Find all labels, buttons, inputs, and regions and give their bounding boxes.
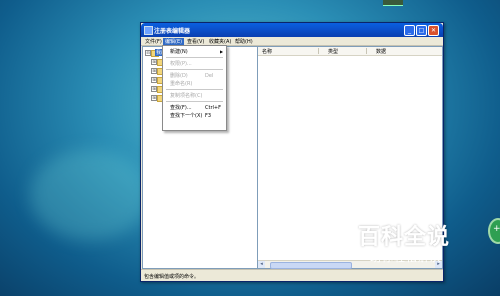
watermark: 百科全说 助你轻松解决 [358,219,468,267]
menu-find-label: 查找(F)... [170,105,192,111]
status-text: 包含编辑值或项的命令。 [144,274,200,280]
menu-delete-shortcut: Del [205,73,214,79]
menu-rename-label: 重命名(R) [170,81,193,87]
menu-find-shortcut: Ctrl+F [205,105,221,111]
menu-favorites[interactable]: 收藏夹(A) [207,38,233,45]
column-type[interactable]: 类型 [328,48,338,55]
menu-help[interactable]: 帮助(H) [233,38,255,45]
side-plus-button[interactable]: + [488,218,500,244]
status-bar: 包含编辑值或项的命令。 [141,269,443,281]
menu-delete[interactable]: 删除(D) Del [163,72,226,80]
menu-delete-label: 删除(D) [170,73,188,79]
menu-new[interactable]: 新建(N) ▶ [163,48,226,56]
menu-edit[interactable]: 编辑(E) [163,38,185,45]
menu-file[interactable]: 文件(F) [143,38,164,45]
menu-find-next-shortcut: F3 [205,113,212,119]
scroll-left-icon[interactable]: ◂ [258,261,265,268]
menu-view[interactable]: 查看(V) [185,38,206,45]
menu-copy-key-name-label: 复制项名称(C) [170,93,203,99]
edit-menu-dropdown: 新建(N) ▶ 权限(P)... 删除(D) Del 重命名(R) 复制项名称(… [162,45,227,131]
menu-permissions[interactable]: 权限(P)... [163,60,226,68]
column-data[interactable]: 数据 [376,48,386,55]
registry-icon [144,26,153,35]
taskbar-tab[interactable] [383,0,403,6]
menu-separator [166,57,223,58]
desktop-glow [30,150,150,240]
submenu-arrow-icon: ▶ [220,49,224,54]
menu-find-next-label: 查找下一个(X) [170,113,203,119]
plus-icon: + [493,224,500,234]
title-bar[interactable]: 注册表编辑器 _ □ ✕ [141,23,443,37]
list-header: 名称 类型 数据 [258,47,442,56]
menu-permissions-label: 权限(P)... [170,61,192,67]
menu-separator [166,89,223,90]
watermark-tagline: 助你轻松解决 [370,251,442,264]
scroll-thumb[interactable] [270,262,352,269]
watermark-logo: 百科全说 [358,225,451,250]
menu-find-next[interactable]: 查找下一个(X) F3 [163,112,226,120]
window-title: 注册表编辑器 [154,28,191,35]
column-divider[interactable] [366,48,367,54]
minimize-button[interactable]: _ [404,25,415,36]
close-button[interactable]: ✕ [428,25,439,36]
maximize-button[interactable]: □ [416,25,427,36]
column-divider[interactable] [318,48,319,54]
menu-separator [166,101,223,102]
menu-copy-key-name[interactable]: 复制项名称(C) [163,92,226,100]
column-name[interactable]: 名称 [262,48,272,55]
menu-find[interactable]: 查找(F)... Ctrl+F [163,104,226,112]
menu-separator [166,69,223,70]
menu-rename[interactable]: 重命名(R) [163,80,226,88]
menu-new-label: 新建(N) [170,49,188,55]
